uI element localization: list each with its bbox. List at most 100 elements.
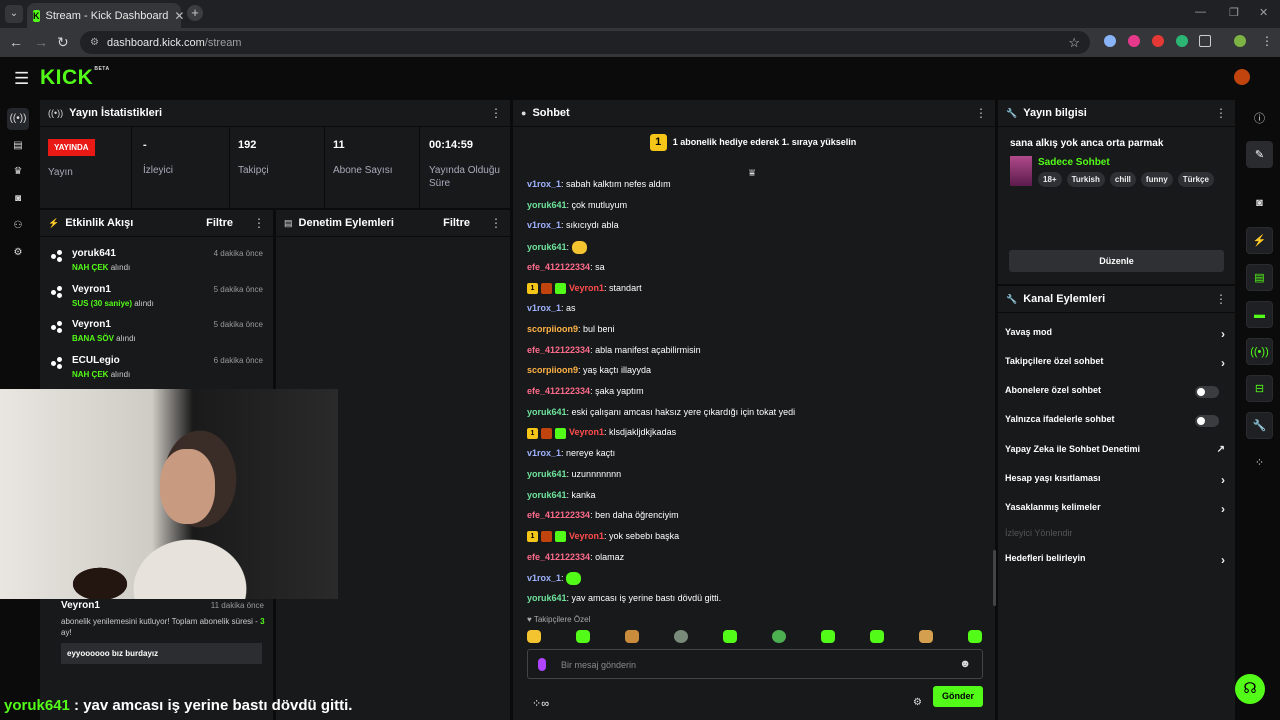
emote-icon[interactable] — [919, 630, 933, 643]
chat-username[interactable]: yoruk641 — [527, 469, 567, 479]
chat-message-input[interactable]: Bir mesaj gönderin ☻ — [527, 649, 983, 679]
moderation-icon[interactable]: ◙ — [1246, 190, 1273, 217]
lightning-icon[interactable]: ⚡ — [1246, 227, 1273, 254]
chat-username[interactable]: v1rox_1 — [527, 220, 561, 230]
more-options-icon[interactable]: ⋮ — [1215, 106, 1227, 120]
followers-only-option[interactable]: Takipçilere özel sohbet › — [1005, 356, 1225, 372]
chat-username[interactable]: v1rox_1 — [527, 179, 561, 189]
emote-icon[interactable] — [821, 630, 835, 643]
maximize-icon[interactable]: ❐ — [1229, 6, 1239, 19]
support-chat-icon[interactable]: ☊ — [1235, 674, 1265, 704]
more-options-icon[interactable]: ⋮ — [1215, 292, 1227, 306]
layout-icon[interactable]: ⊟ — [1246, 375, 1273, 402]
moderation-icon[interactable]: ◙ — [7, 188, 29, 210]
chat-username[interactable]: scorpiioon9 — [527, 365, 578, 375]
forward-icon[interactable]: → — [34, 34, 48, 50]
reload-icon[interactable]: ↻ — [57, 34, 69, 51]
chat-username[interactable]: yoruk641 — [527, 242, 567, 252]
extensions-puzzle-icon[interactable] — [1199, 35, 1211, 47]
set-goals-option[interactable]: Hedefleri belirleyin › — [1005, 553, 1225, 569]
banned-words-option[interactable]: Yasaklanmış kelimeler › — [1005, 502, 1225, 518]
site-info-icon[interactable]: ⚙ — [90, 37, 99, 48]
chat-username[interactable]: efe_412122334 — [527, 552, 590, 562]
broadcast-icon[interactable]: ((•)) — [1246, 338, 1273, 365]
address-bar[interactable]: ⚙ dashboard.kick.com/stream ☆ — [80, 31, 1090, 54]
chat-username[interactable]: Veyron1 — [569, 427, 604, 437]
chat-username[interactable]: v1rox_1 — [527, 448, 561, 458]
browser-tab[interactable]: K Stream - Kick Dashboard ✕ — [27, 3, 184, 28]
kick-points-icon[interactable]: ⁘∞ — [532, 697, 549, 710]
activity-username[interactable]: Veyron1 — [72, 319, 111, 330]
chat-username[interactable]: efe_412122334 — [527, 510, 590, 520]
emotes-only-toggle[interactable] — [1195, 415, 1219, 427]
chat-username[interactable]: yoruk641 — [527, 490, 567, 500]
collapse-pinned-icon[interactable]: ⩸ — [749, 168, 755, 179]
info-icon[interactable]: ⓘ — [1246, 106, 1273, 133]
settings-icon[interactable]: ⚙ — [7, 242, 29, 264]
chat-username[interactable]: v1rox_1 — [527, 303, 561, 313]
more-options-icon[interactable]: ⋮ — [490, 216, 502, 230]
activity-username[interactable]: yoruk641 — [72, 248, 116, 259]
chat-username[interactable]: Veyron1 — [569, 531, 604, 541]
document-icon[interactable]: ▤ — [1246, 264, 1273, 291]
chat-scrollbar[interactable] — [993, 550, 996, 606]
back-icon[interactable]: ← — [9, 34, 23, 50]
emote-icon[interactable] — [968, 630, 982, 643]
emoji-picker-icon[interactable]: ☻ — [959, 658, 971, 670]
chat-username[interactable]: v1rox_1 — [527, 573, 561, 583]
activity-username[interactable]: Veyron1 — [72, 284, 111, 295]
send-button[interactable]: Gönder — [933, 686, 983, 707]
subscribers-only-toggle[interactable] — [1195, 386, 1219, 398]
wrench-icon[interactable]: 🔧 — [1246, 412, 1273, 439]
slow-mode-option[interactable]: Yavaş mod › — [1005, 327, 1225, 343]
community-icon[interactable]: ⚇ — [7, 215, 29, 237]
chat-username[interactable]: yoruk641 — [527, 200, 567, 210]
extension-icon[interactable] — [1152, 35, 1164, 47]
emote-icon[interactable] — [527, 630, 541, 643]
microphone-icon[interactable] — [538, 658, 546, 671]
filter-button[interactable]: Filtre — [443, 217, 470, 229]
chat-username[interactable]: efe_412122334 — [527, 262, 590, 272]
analytics-icon[interactable]: ▤ — [7, 135, 29, 157]
more-options-icon[interactable]: ⋮ — [490, 106, 502, 120]
more-options-icon[interactable]: ⋮ — [975, 106, 987, 120]
stream-category[interactable]: Sadece Sohbet — [1038, 157, 1110, 168]
profile-avatar[interactable] — [1234, 35, 1246, 47]
edit-stream-button[interactable]: Düzenle — [1009, 250, 1224, 272]
extension-icon[interactable] — [1104, 35, 1116, 47]
chat-bubble-icon[interactable]: ▬ — [1246, 301, 1273, 328]
new-tab-button[interactable]: + — [187, 5, 203, 21]
stream-icon[interactable]: ((•)) — [7, 108, 29, 130]
menu-icon[interactable]: ☰ — [14, 69, 29, 89]
activity-username[interactable]: ECULegio — [72, 355, 120, 366]
emote-icon[interactable] — [674, 630, 688, 643]
close-tab-icon[interactable]: ✕ — [174, 9, 184, 23]
emote-icon[interactable] — [870, 630, 884, 643]
chat-username[interactable]: efe_412122334 — [527, 386, 590, 396]
extension-icon[interactable] — [1128, 35, 1140, 47]
ai-moderation-option[interactable]: Yapay Zeka ile Sohbet Denetimi ↗ — [1005, 444, 1225, 460]
close-window-icon[interactable]: ✕ — [1259, 6, 1268, 19]
pinned-gift-leaderboard[interactable]: 1 1 abonelik hediye ederek 1. sıraya yüks… — [513, 134, 993, 151]
emote-icon[interactable] — [625, 630, 639, 643]
account-age-option[interactable]: Hesap yaşı kısıtlaması › — [1005, 473, 1225, 489]
bookmark-star-icon[interactable]: ☆ — [1068, 35, 1080, 51]
trophy-icon[interactable]: ♛ — [7, 161, 29, 183]
more-options-icon[interactable]: ⋮ — [253, 216, 265, 230]
kick-points-icon[interactable]: ⁘ — [1246, 450, 1273, 477]
user-avatar[interactable] — [1234, 69, 1250, 85]
edit-icon[interactable]: ✎ — [1246, 141, 1273, 168]
tab-list-button[interactable]: ⌄ — [5, 5, 23, 23]
emote-icon[interactable] — [723, 630, 737, 643]
chat-username[interactable]: scorpiioon9 — [527, 324, 578, 334]
browser-menu-icon[interactable]: ⋮ — [1261, 34, 1273, 48]
extension-icon[interactable] — [1176, 35, 1188, 47]
chat-username[interactable]: Veyron1 — [569, 283, 604, 293]
chat-settings-icon[interactable]: ⚙ — [913, 697, 922, 708]
kick-logo[interactable]: KICKBETA — [40, 66, 110, 90]
minimize-icon[interactable]: — — [1195, 6, 1206, 18]
chat-username[interactable]: efe_412122334 — [527, 345, 590, 355]
filter-button[interactable]: Filtre — [206, 217, 233, 229]
emote-icon[interactable] — [772, 630, 786, 643]
chat-username[interactable]: yoruk641 — [527, 407, 567, 417]
